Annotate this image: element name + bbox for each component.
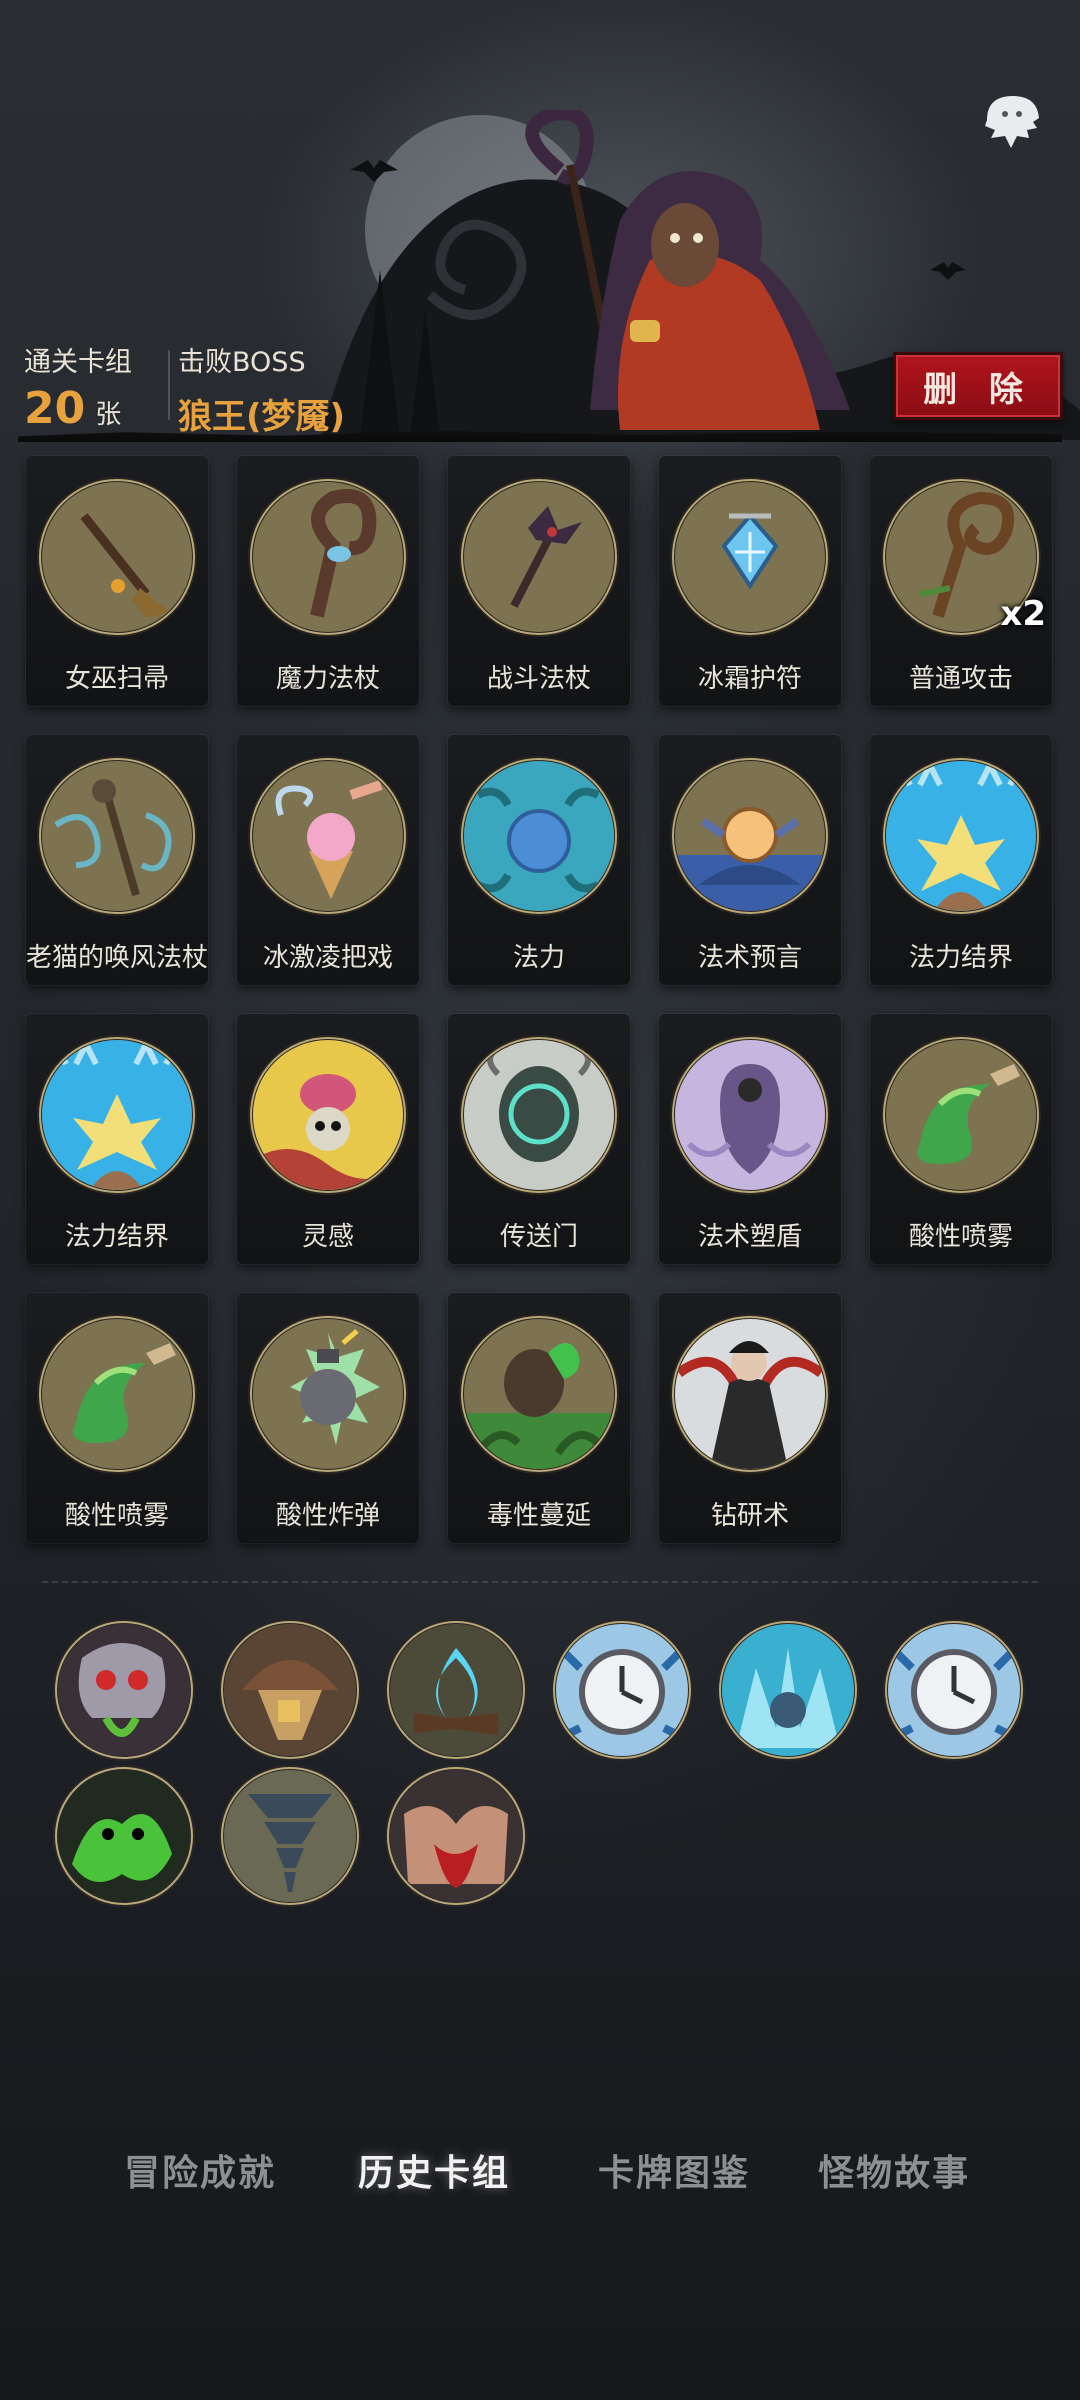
relic-grid <box>52 1618 1042 1908</box>
card-name: 酸性喷雾 <box>908 1222 1013 1252</box>
tab-history-deck[interactable]: 历史卡组 <box>334 2130 534 2210</box>
boss-name: 狼王(梦魇) <box>178 397 346 437</box>
delete-button[interactable]: 删 除 <box>893 352 1063 420</box>
frozen-clock-icon[interactable] <box>882 1618 1026 1762</box>
card-name: 冰霜护符 <box>697 664 802 694</box>
deck-card[interactable]: 冰霜护符 <box>659 456 841 706</box>
portal-icon <box>458 1034 620 1196</box>
section-divider <box>42 1581 1038 1583</box>
green-ghost-icon[interactable] <box>52 1764 196 1908</box>
broom-icon <box>36 476 198 638</box>
mana-barrier-icon <box>880 755 1042 917</box>
cleared-deck-label: 通关卡组 <box>24 347 132 378</box>
card-name: 女巫扫帚 <box>64 664 169 694</box>
card-name: 法力结界 <box>908 943 1013 973</box>
blue-campfire-icon[interactable] <box>384 1618 528 1762</box>
deck-card[interactable]: 毒性蔓延 <box>448 1293 630 1543</box>
mana-barrier-icon <box>36 1034 198 1196</box>
acid-spray-icon <box>36 1313 198 1475</box>
battle-staff-icon <box>458 476 620 638</box>
ice-spirit-icon[interactable] <box>716 1618 860 1762</box>
card-name: 战斗法杖 <box>486 664 591 694</box>
history-deck-screen: 通关卡组 20 张 击败BOSS 狼王(梦魇) 删 除 女巫扫帚 魔力法杖 战斗法杖冰… <box>0 0 1080 2400</box>
deck-card[interactable]: 灵感 <box>237 1014 419 1264</box>
deck-card[interactable]: 法力 <box>448 735 630 985</box>
frost-amulet-icon <box>669 476 831 638</box>
card-name: 毒性蔓延 <box>486 1501 591 1531</box>
card-name: 传送门 <box>499 1222 578 1252</box>
card-name: 魔力法杖 <box>275 664 380 694</box>
acid-spray-icon <box>880 1034 1042 1196</box>
skull-mask-icon[interactable] <box>52 1618 196 1762</box>
card-name: 钻研术 <box>710 1501 789 1531</box>
frozen-clock-icon[interactable] <box>550 1618 694 1762</box>
deck-header: 通关卡组 20 张 击败BOSS 狼王(梦魇) 删 除 <box>0 0 1080 450</box>
poison-spread-icon <box>458 1313 620 1475</box>
wind-staff-icon <box>36 755 198 917</box>
scholar-icon <box>669 1313 831 1475</box>
card-name: 灵感 <box>301 1222 354 1252</box>
card-count: 20 <box>24 383 86 434</box>
card-count-value: 20 张 <box>24 383 132 434</box>
card-name: 法术预言 <box>697 943 802 973</box>
card-name: 法力 <box>512 943 565 973</box>
deck-card[interactable]: 法术预言 <box>659 735 841 985</box>
card-copy-count: x2 <box>1000 594 1046 634</box>
deck-card[interactable]: 酸性喷雾 <box>26 1293 208 1543</box>
magic-staff-icon <box>247 476 409 638</box>
deck-card[interactable]: 钻研术 <box>659 1293 841 1543</box>
bloody-fist-icon[interactable] <box>384 1764 528 1908</box>
deck-card[interactable]: 战斗法杖 <box>448 456 630 706</box>
card-name: 酸性喷雾 <box>64 1501 169 1531</box>
bottom-nav: 冒险成就 历史卡组 卡牌图鉴 怪物故事 <box>0 2130 1080 2210</box>
deck-card-grid: 女巫扫帚 魔力法杖 战斗法杖 冰霜护符 x2 普通攻击老猫的唤风法杖 冰激凌把戏 法力 法术预言… <box>26 456 1056 1543</box>
card-unit: 张 <box>95 400 122 430</box>
deck-card[interactable]: 魔力法杖 <box>237 456 419 706</box>
defeated-boss-label: 击败BOSS <box>178 347 306 378</box>
tab-monster-stories[interactable]: 怪物故事 <box>794 2130 994 2210</box>
ghost-icon <box>985 96 1039 148</box>
tab-adventure-achievements[interactable]: 冒险成就 <box>100 2130 300 2210</box>
card-name: 普通攻击 <box>908 664 1013 694</box>
card-name: 冰激凌把戏 <box>262 943 393 973</box>
deck-card[interactable]: 老猫的唤风法杖 <box>26 735 208 985</box>
defeated-boss-stat: 击败BOSS 狼王(梦魇) <box>178 340 345 438</box>
deck-card[interactable]: 法力结界 <box>870 735 1052 985</box>
deck-card[interactable]: 冰激凌把戏 <box>237 735 419 985</box>
basket-cheese-icon[interactable] <box>218 1618 362 1762</box>
crystal-ball-icon <box>669 755 831 917</box>
card-name: 酸性炸弹 <box>275 1501 380 1531</box>
cleared-deck-stat: 通关卡组 20 张 <box>24 340 132 434</box>
deck-card[interactable]: 酸性喷雾 <box>870 1014 1052 1264</box>
tornado-icon[interactable] <box>218 1764 362 1908</box>
shield-ghost-icon <box>669 1034 831 1196</box>
deck-card[interactable]: 传送门 <box>448 1014 630 1264</box>
deck-card[interactable]: x2 普通攻击 <box>870 456 1052 706</box>
tab-card-compendium[interactable]: 卡牌图鉴 <box>574 2130 774 2210</box>
ghost-menu-button[interactable] <box>970 82 1050 162</box>
brain-skull-icon <box>247 1034 409 1196</box>
stat-divider <box>168 350 170 420</box>
deck-card[interactable]: 法术塑盾 <box>659 1014 841 1264</box>
card-name: 老猫的唤风法杖 <box>26 943 209 973</box>
deck-card[interactable]: 女巫扫帚 <box>26 456 208 706</box>
ice-cream-icon <box>247 755 409 917</box>
mana-orb-icon <box>458 755 620 917</box>
acid-bomb-icon <box>247 1313 409 1475</box>
deck-card[interactable]: 法力结界 <box>26 1014 208 1264</box>
card-name: 法术塑盾 <box>697 1222 802 1252</box>
deck-card[interactable]: 酸性炸弹 <box>237 1293 419 1543</box>
card-name: 法力结界 <box>64 1222 169 1252</box>
